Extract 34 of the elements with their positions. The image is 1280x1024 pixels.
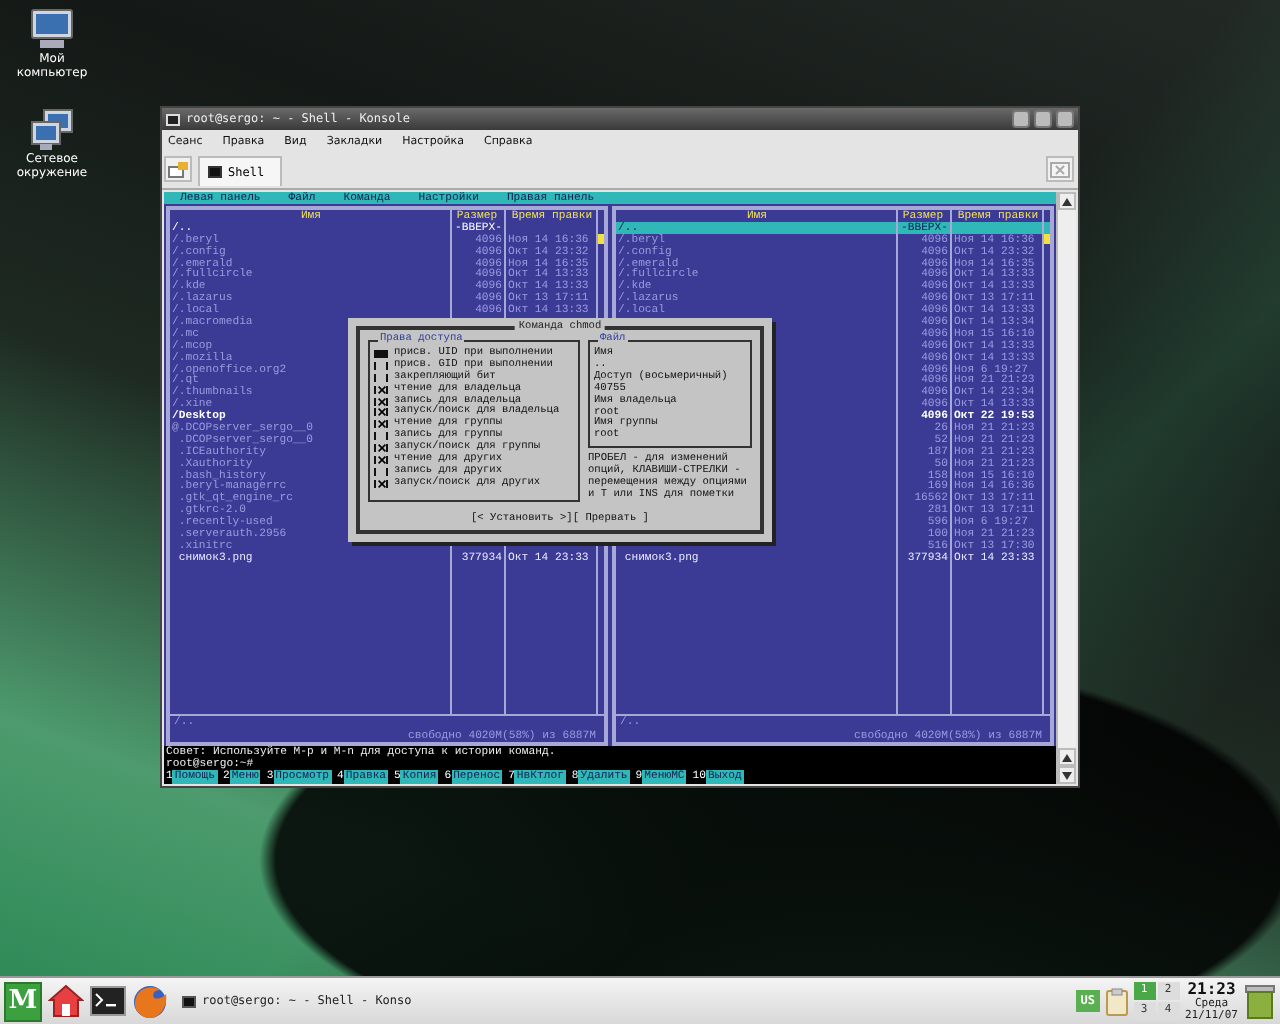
minimize-button[interactable] bbox=[1012, 110, 1030, 128]
checkbox[interactable] bbox=[374, 349, 388, 358]
network-icon[interactable] bbox=[28, 108, 76, 152]
scroll-up-button[interactable] bbox=[1058, 192, 1076, 210]
checkbox[interactable] bbox=[374, 385, 388, 394]
checkbox[interactable] bbox=[374, 408, 388, 417]
scroll-marker bbox=[598, 233, 604, 244]
clock-time: 21:23 bbox=[1187, 980, 1236, 998]
checkbox[interactable] bbox=[374, 455, 388, 464]
terminal-icon[interactable] bbox=[90, 986, 126, 1016]
close-button[interactable] bbox=[1056, 110, 1074, 128]
terminal-icon bbox=[182, 995, 196, 1007]
checkbox[interactable] bbox=[374, 432, 388, 441]
checkbox[interactable] bbox=[374, 444, 388, 453]
scroll-up-button[interactable] bbox=[1058, 748, 1076, 766]
house-icon[interactable] bbox=[48, 984, 84, 1018]
terminal-icon bbox=[208, 166, 222, 178]
globe-fox-icon[interactable] bbox=[132, 983, 168, 1019]
clipboard-icon[interactable] bbox=[1105, 987, 1127, 1015]
checkbox[interactable] bbox=[374, 373, 388, 382]
computer-icon[interactable] bbox=[28, 8, 76, 52]
scroll-marker bbox=[1044, 233, 1050, 244]
checkbox[interactable] bbox=[374, 361, 388, 370]
checkbox[interactable] bbox=[374, 397, 388, 405]
checkbox[interactable] bbox=[374, 467, 388, 476]
checkbox[interactable] bbox=[374, 420, 388, 429]
checkbox[interactable] bbox=[374, 479, 388, 488]
terminal-icon bbox=[166, 113, 180, 125]
maximize-button[interactable] bbox=[1034, 110, 1052, 128]
scrollbar[interactable] bbox=[1056, 192, 1076, 784]
trash-icon[interactable] bbox=[1244, 983, 1276, 1019]
start-menu-button[interactable]: M bbox=[4, 981, 42, 1021]
scroll-down-button[interactable] bbox=[1058, 766, 1076, 784]
new-tab-button[interactable] bbox=[164, 156, 192, 182]
